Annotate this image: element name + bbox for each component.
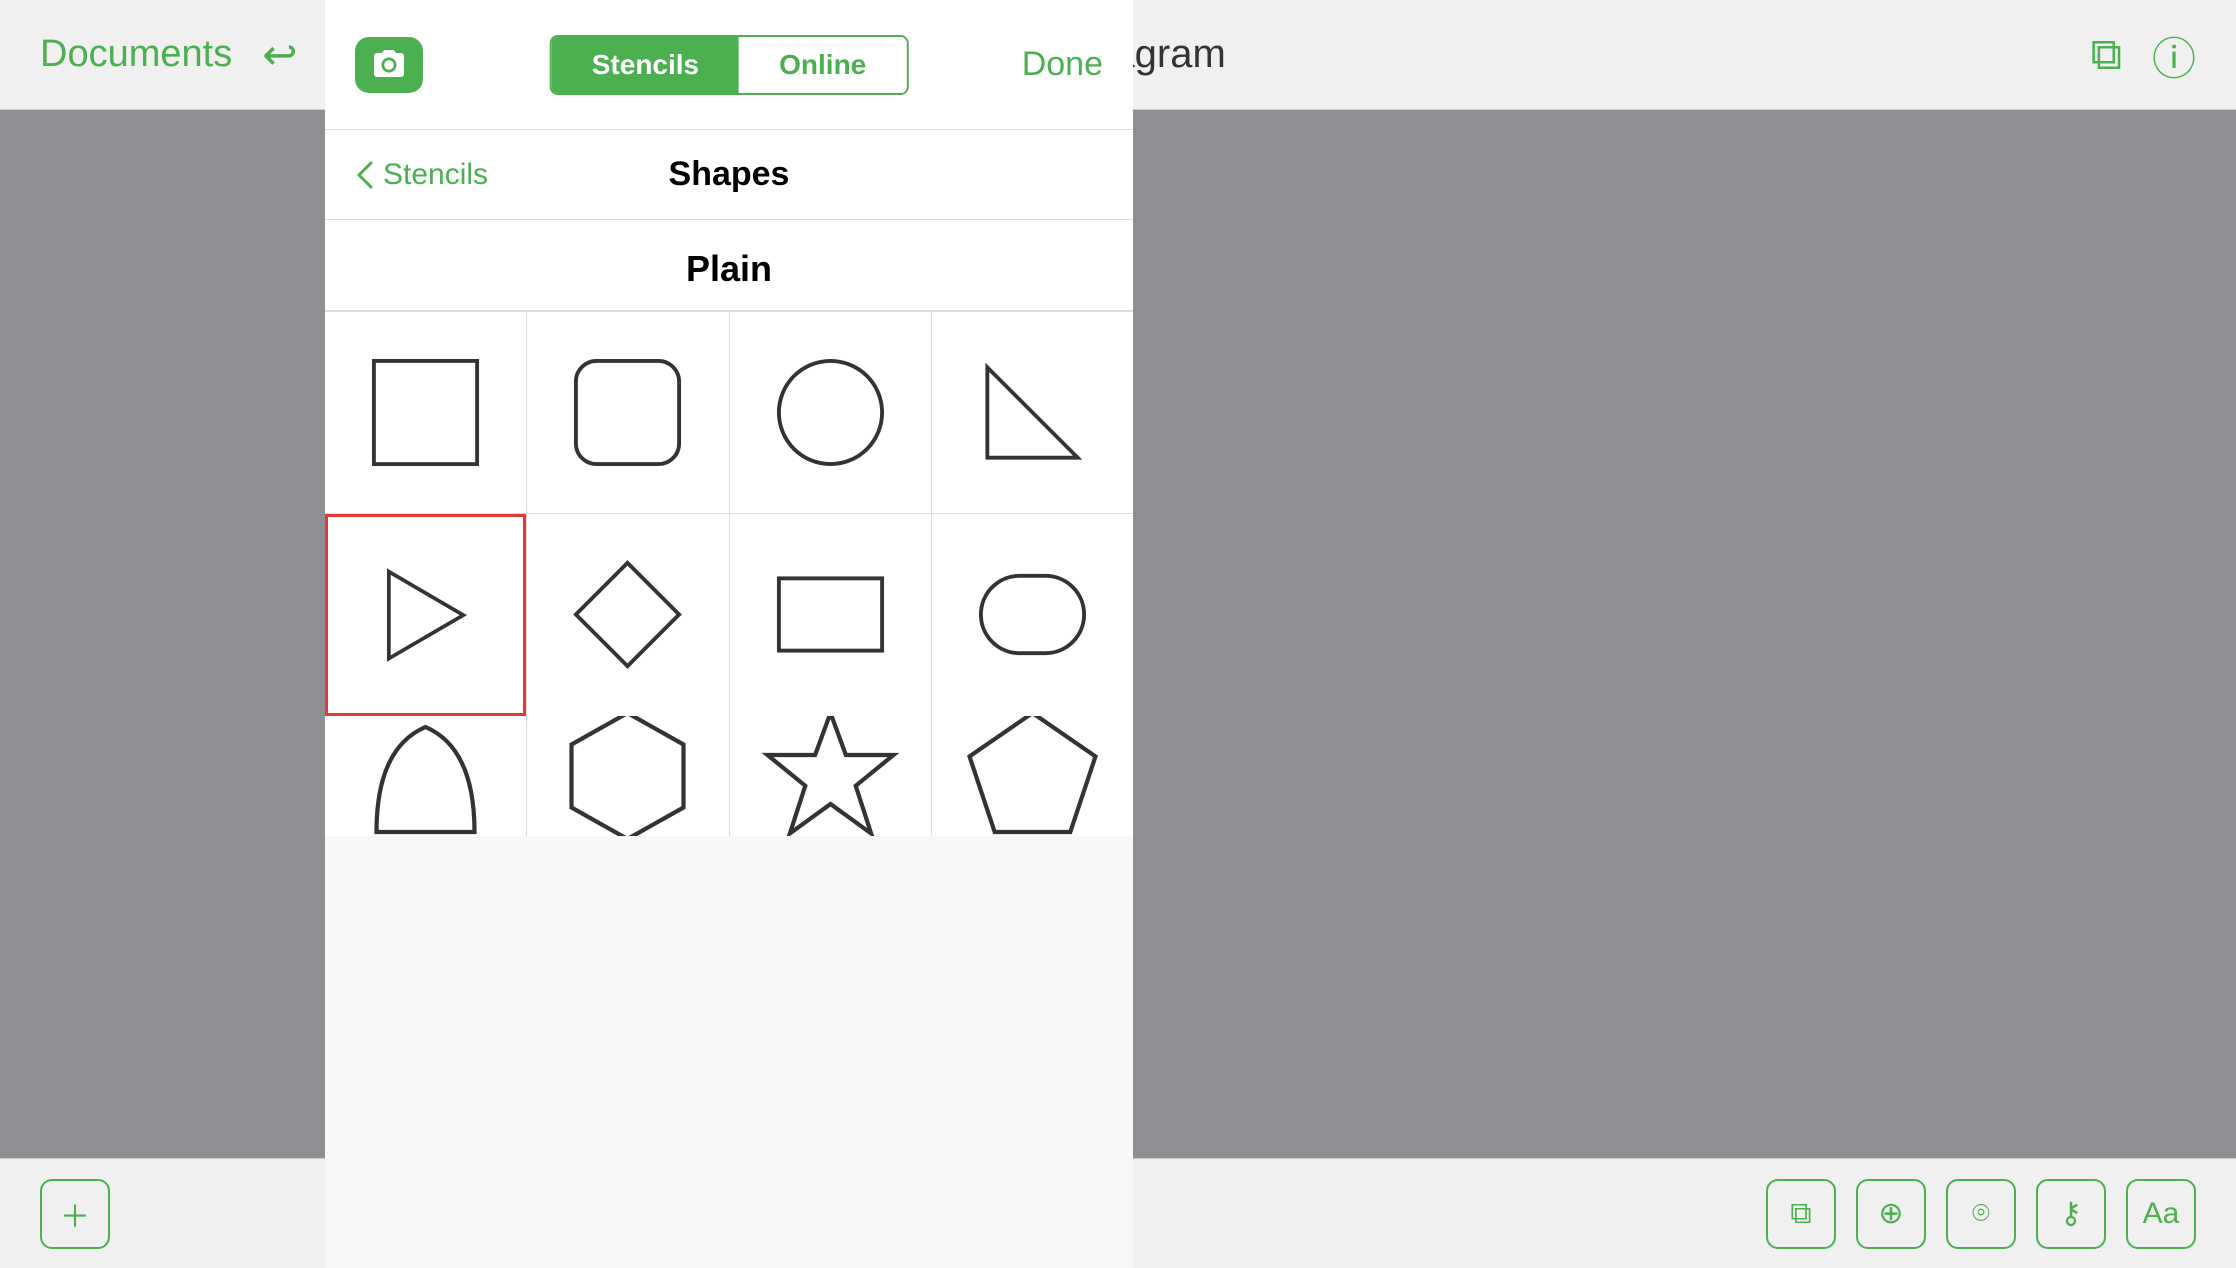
font-button[interactable]: Aa xyxy=(2126,1179,2196,1249)
page-title: Shapes xyxy=(669,155,790,194)
shape-cell-play-triangle[interactable] xyxy=(325,514,526,715)
shape-cell-pentagon[interactable] xyxy=(932,716,1133,836)
layers-icon-bottom: ⧉ xyxy=(1790,1197,1811,1231)
shape-cell-square[interactable] xyxy=(325,312,526,513)
shapes-grid-row3-partial xyxy=(325,716,1133,836)
shape-cell-stadium[interactable] xyxy=(932,514,1133,715)
key-icon: ⚷ xyxy=(2060,1196,2082,1231)
font-icon: Aa xyxy=(2143,1197,2180,1231)
modal-header: Stencils Online Done xyxy=(325,0,1133,130)
shape-cell-hexagon[interactable] xyxy=(527,716,728,836)
app-bar-left: Documents ↩ xyxy=(40,30,297,79)
plus-circle-icon: ⊕ xyxy=(1878,1196,1903,1231)
shapes-grid-row1 xyxy=(325,311,1133,513)
add-circle-button[interactable]: ⊕ xyxy=(1856,1179,1926,1249)
shape-cell-rectangle[interactable] xyxy=(730,514,931,715)
info-icon[interactable]: ⓘ xyxy=(2152,23,2196,87)
shape-cell-star[interactable] xyxy=(730,716,931,836)
back-stencils-label: Stencils xyxy=(383,158,488,192)
online-tab[interactable]: Online xyxy=(739,37,906,93)
shape-cell-arc[interactable] xyxy=(325,716,526,836)
modal-panel: Stencils Online Done Stencils Shapes Pla… xyxy=(325,0,1133,1268)
lasso-icon: ⌾ xyxy=(1972,1197,1990,1231)
layers-icon[interactable]: ⧉ xyxy=(2091,30,2122,80)
section-header: Plain xyxy=(325,220,1133,311)
shape-cell-diamond[interactable] xyxy=(527,514,728,715)
add-button[interactable]: ＋ xyxy=(40,1179,110,1249)
segment-control: Stencils Online xyxy=(550,35,909,95)
layers-button[interactable]: ⧉ xyxy=(1766,1179,1836,1249)
shape-cell-rounded-square[interactable] xyxy=(527,312,728,513)
stencils-tab[interactable]: Stencils xyxy=(552,37,739,93)
toolbar-right: ⧉ ⊕ ⌾ ⚷ Aa xyxy=(1766,1179,2196,1249)
documents-button[interactable]: Documents xyxy=(40,33,232,76)
shape-cell-circle[interactable] xyxy=(730,312,931,513)
back-to-stencils-button[interactable]: Stencils xyxy=(355,158,488,192)
back-arrow-icon[interactable]: ↩ xyxy=(262,30,297,79)
plus-icon: ＋ xyxy=(60,1192,90,1236)
stencils-nav: Stencils Shapes xyxy=(325,130,1133,220)
lasso-button[interactable]: ⌾ xyxy=(1946,1179,2016,1249)
done-button[interactable]: Done xyxy=(1022,45,1103,84)
shape-cell-right-triangle[interactable] xyxy=(932,312,1133,513)
modal-content: Plain xyxy=(325,220,1133,1268)
shapes-grid-row2 xyxy=(325,513,1133,715)
app-bar-right: ⧉ ⓘ xyxy=(2091,23,2196,87)
camera-icon[interactable] xyxy=(355,37,423,93)
key-button[interactable]: ⚷ xyxy=(2036,1179,2106,1249)
